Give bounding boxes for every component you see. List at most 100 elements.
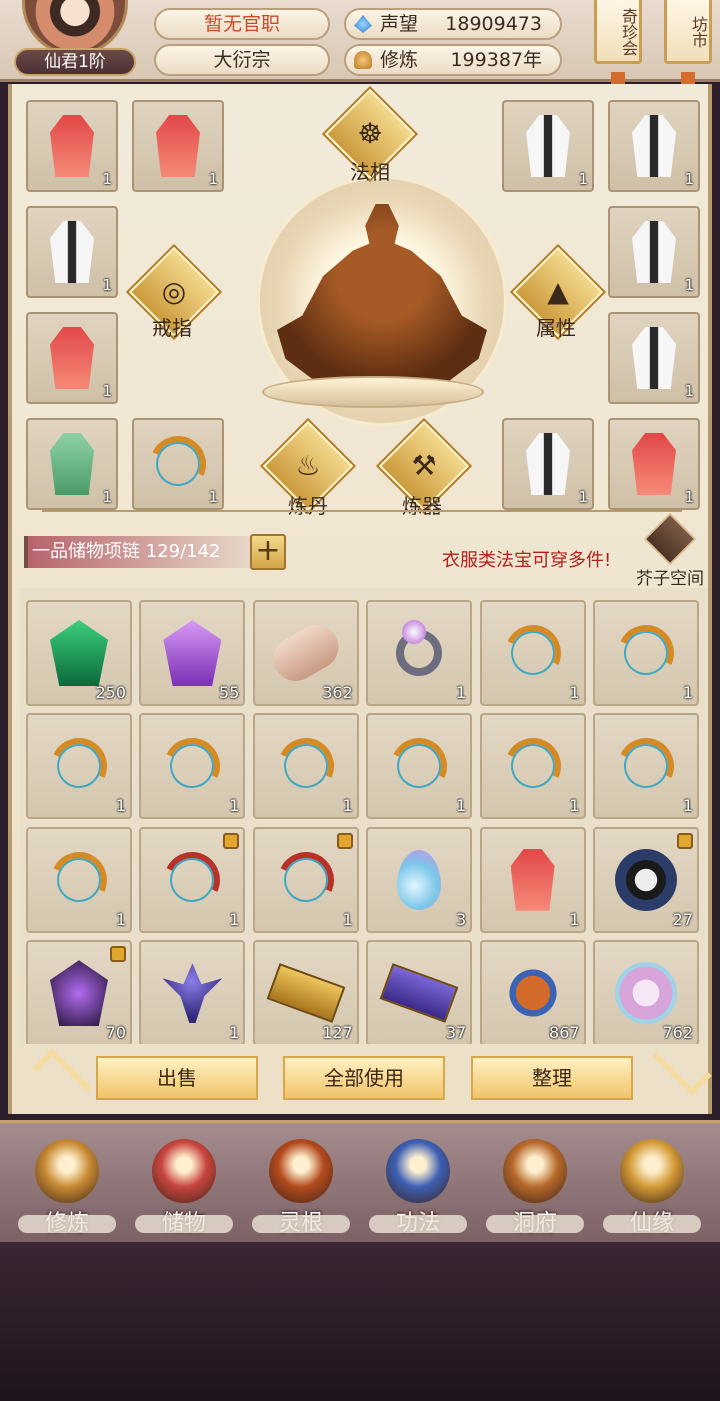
item-slot[interactable]: 3 (366, 826, 473, 933)
item-slot[interactable]: 127 (252, 940, 359, 1044)
bow-icon (43, 843, 115, 916)
robe-icon (526, 115, 570, 177)
spirit-plant-icon (162, 963, 223, 1024)
nav-item[interactable]: 灵根 (246, 1131, 356, 1241)
anvil-icon: ⚒ (411, 449, 437, 482)
item-slot[interactable]: 867 (479, 940, 586, 1044)
storage-capacity-bar: 一品储物项链 129/142 (24, 536, 250, 568)
storage-tip: 衣服类法宝可穿多件! (442, 550, 612, 571)
item-count: 867 (549, 1023, 580, 1043)
item-slot[interactable]: 1 (26, 713, 132, 820)
sell-button[interactable]: 出售 (96, 1056, 258, 1100)
item-slot[interactable]: 762 (593, 940, 699, 1044)
item-slot[interactable]: 1 (139, 826, 246, 933)
ticket-icon (379, 963, 459, 1024)
equip-slot[interactable]: 1 (26, 312, 118, 404)
market-button[interactable]: 坊市 (664, 0, 712, 64)
chest-icon (643, 512, 697, 566)
slot-count: 1 (684, 276, 694, 294)
spirit-root-icon (269, 1139, 333, 1203)
slot-count: 1 (102, 276, 112, 294)
cauldron-icon: ♨ (295, 449, 321, 482)
equip-slot[interactable]: 1 (26, 100, 118, 192)
equip-slot[interactable]: 1 (608, 418, 700, 510)
nav-item[interactable]: 功法 (363, 1131, 473, 1241)
item-slot[interactable]: 55 (139, 600, 246, 706)
nav-item[interactable]: 储物 (129, 1131, 239, 1241)
item-slot[interactable]: 37 (366, 940, 473, 1044)
item-count: 1 (569, 796, 580, 816)
item-slot[interactable]: 1 (252, 826, 359, 933)
bow-icon (156, 843, 229, 916)
nav-item[interactable]: 仙缘 (597, 1131, 707, 1241)
item-slot[interactable]: 1 (139, 940, 246, 1044)
item-slot[interactable]: 250 (26, 600, 132, 706)
equip-slot[interactable]: 1 (132, 418, 224, 510)
equip-slot[interactable]: 1 (502, 100, 594, 192)
sort-button[interactable]: 整理 (471, 1056, 633, 1100)
equip-slot[interactable]: 1 (608, 100, 700, 192)
equip-slot[interactable]: 1 (26, 206, 118, 298)
item-slot[interactable]: 1 (479, 713, 586, 820)
rare-goods-button[interactable]: 奇珍会 (594, 0, 642, 64)
scroll-down-arrow[interactable] (652, 1036, 712, 1096)
item-count: 3 (456, 909, 467, 929)
sect-name: 大衍宗 (154, 44, 330, 76)
item-count: 1 (342, 796, 353, 816)
bag-icon (152, 1139, 216, 1203)
robe-icon (526, 433, 570, 495)
item-count: 55 (219, 683, 240, 702)
equip-slot[interactable]: 1 (26, 418, 118, 510)
robe-icon (50, 433, 94, 495)
item-slot[interactable]: 1 (26, 826, 132, 933)
item-slot[interactable]: 1 (139, 713, 246, 820)
equip-slot[interactable]: 1 (608, 312, 700, 404)
lock-icon (223, 832, 240, 849)
item-slot[interactable]: 1 (479, 600, 586, 706)
equip-slot[interactable]: 1 (132, 100, 224, 192)
item-slot[interactable]: 1 (593, 713, 699, 820)
item-count: 1 (115, 796, 126, 816)
item-count: 1 (229, 909, 240, 929)
bow-icon (156, 730, 229, 803)
bow-icon (496, 730, 569, 803)
forging-label: 炼器 (402, 494, 442, 518)
cultivation-stat: 修炼 199387年 (344, 44, 562, 76)
item-count: 37 (445, 1023, 467, 1043)
item-slot[interactable]: 1 (479, 826, 586, 933)
item-count: 27 (672, 909, 693, 929)
nav-item[interactable]: 修炼 (12, 1131, 122, 1241)
robe-icon (50, 221, 94, 283)
item-slot[interactable]: 1 (366, 713, 473, 820)
item-slot[interactable]: 27 (593, 826, 699, 933)
scroll-up-arrow[interactable] (32, 1048, 92, 1108)
expand-storage-button[interactable]: + (250, 534, 286, 570)
cloud-decoration (135, 1215, 233, 1233)
item-slot[interactable]: 362 (252, 600, 359, 706)
bow-icon (496, 617, 569, 689)
equip-slot[interactable]: 1 (502, 418, 594, 510)
item-slot[interactable]: 1 (366, 600, 473, 706)
item-grid[interactable]: 250 55 362 1 1 1 1 1 1 1 1 1 1 1 1 3 1 27 70 1 127 37 867 762 (20, 588, 708, 1044)
bow-icon (269, 730, 342, 803)
item-slot[interactable]: 1 (252, 713, 359, 820)
item-count: 1 (115, 909, 126, 929)
meditation-icon (354, 51, 372, 69)
gem-icon (50, 960, 108, 1027)
lock-icon (110, 946, 126, 963)
use-all-button[interactable]: 全部使用 (283, 1056, 445, 1100)
player-rank: 仙君1阶 (14, 48, 136, 76)
equip-slot[interactable]: 1 (608, 206, 700, 298)
equipment-area: 1 1 1 1 1 1 1 1 1 1 1 1 ☸ 法相 ◎ 戒指 ▲ 属性 ♨… (12, 84, 716, 534)
item-count: 1 (342, 909, 353, 929)
robe-icon (50, 327, 94, 389)
nav-item[interactable]: 洞府 (480, 1131, 590, 1241)
jiezi-space-button[interactable]: 芥子空间 (630, 512, 710, 589)
cultivation-icon (35, 1139, 99, 1203)
item-count: 1 (569, 683, 580, 702)
item-slot[interactable]: 1 (593, 600, 699, 706)
slot-count: 1 (578, 170, 588, 188)
divider (42, 510, 682, 512)
book-icon (386, 1139, 450, 1203)
item-slot[interactable]: 70 (26, 940, 132, 1044)
